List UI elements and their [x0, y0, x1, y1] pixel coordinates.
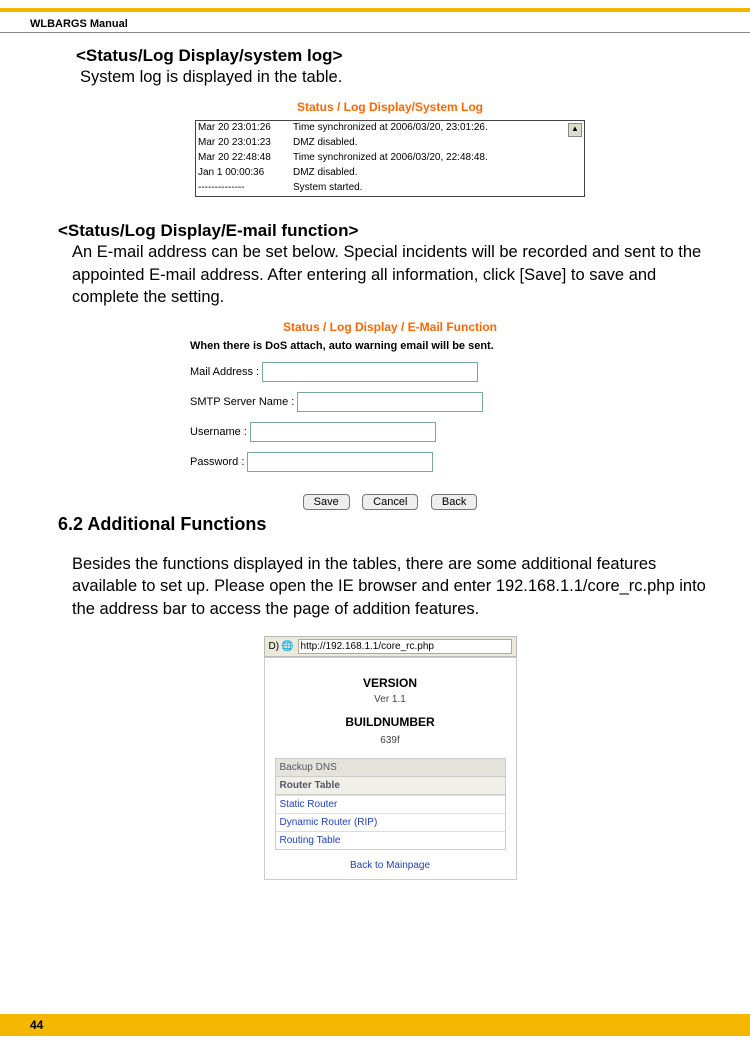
url-text[interactable]: http://192.168.1.1/core_rc.php [298, 639, 512, 654]
document-page: WLBARGS Manual <Status/Log Display/syste… [0, 0, 750, 1044]
smtp-label: SMTP Server Name : [190, 396, 294, 408]
dynamic-router-link[interactable]: Dynamic Router (RIP) [276, 813, 505, 831]
button-row: Save Cancel Back [60, 492, 720, 510]
log-row: Mar 20 22:48:48Time synchronized at 2006… [196, 151, 584, 166]
email-figure-title: Status / Log Display / E-Mail Function [60, 320, 720, 334]
header-rule [0, 32, 750, 33]
additional-heading: 6.2 Additional Functions [58, 514, 720, 535]
mail-input[interactable] [262, 362, 478, 382]
backup-dns-row: Backup DNS [276, 759, 505, 776]
email-heading: <Status/Log Display/E-mail function> [58, 221, 720, 241]
log-row: Mar 20 23:01:23DMZ disabled. [196, 136, 584, 151]
smtp-input[interactable] [297, 392, 483, 412]
doc-header: WLBARGS Manual [30, 18, 128, 30]
router-table: Backup DNS Router Table Static Router Dy… [275, 758, 506, 850]
log-msg: System started. [293, 181, 582, 195]
smtp-row: SMTP Server Name : [190, 392, 590, 412]
log-time: -------------- [198, 181, 293, 195]
version-value: Ver 1.1 [275, 694, 506, 705]
log-time: Mar 20 23:01:26 [198, 121, 293, 135]
log-msg: DMZ disabled. [293, 166, 582, 180]
log-time: Jan 1 00:00:36 [198, 166, 293, 180]
log-row: Mar 20 23:01:26Time synchronized at 2006… [196, 121, 584, 136]
scroll-up-icon[interactable]: ▲ [568, 123, 582, 137]
log-msg: Time synchronized at 2006/03/20, 22:48:4… [293, 151, 582, 165]
log-row: Jan 1 00:00:36DMZ disabled. [196, 166, 584, 181]
pass-label: Password : [190, 456, 244, 468]
syslog-desc: System log is displayed in the table. [80, 66, 720, 88]
pass-input[interactable] [247, 452, 433, 472]
log-row: --------------System started. [196, 181, 584, 196]
mail-label: Mail Address : [190, 366, 259, 378]
address-bar: D) 🌐 http://192.168.1.1/core_rc.php [264, 636, 517, 657]
page-number: 44 [30, 1018, 43, 1032]
save-button[interactable]: Save [303, 494, 350, 510]
log-msg: DMZ disabled. [293, 136, 582, 150]
pass-row: Password : [190, 452, 590, 472]
url-prefix: D) [269, 641, 280, 652]
user-row: Username : [190, 422, 590, 442]
ie-icon: 🌐 [281, 641, 293, 652]
inner-page: VERSION Ver 1.1 BUILDNUMBER 639f Backup … [264, 657, 517, 880]
cancel-button[interactable]: Cancel [362, 494, 418, 510]
routing-table-link[interactable]: Routing Table [276, 831, 505, 849]
build-value: 639f [275, 735, 506, 746]
static-router-link[interactable]: Static Router [276, 795, 505, 813]
content-area: <Status/Log Display/system log> System l… [60, 42, 720, 880]
mail-row: Mail Address : [190, 362, 590, 382]
footer-accent [0, 1014, 750, 1036]
back-button[interactable]: Back [431, 494, 477, 510]
syslog-heading: <Status/Log Display/system log> [76, 46, 720, 66]
user-input[interactable] [250, 422, 436, 442]
log-time: Mar 20 23:01:23 [198, 136, 293, 150]
additional-desc: Besides the functions displayed in the t… [72, 553, 720, 620]
syslog-figure-title: Status / Log Display/System Log [60, 100, 720, 114]
syslog-table: ▲ Mar 20 23:01:26Time synchronized at 20… [195, 120, 585, 197]
top-accent [0, 8, 750, 12]
dos-warning: When there is DoS attach, auto warning e… [190, 340, 590, 352]
log-time: Mar 20 22:48:48 [198, 151, 293, 165]
version-label: VERSION [275, 676, 506, 690]
log-msg: Time synchronized at 2006/03/20, 23:01:2… [293, 121, 582, 135]
back-to-mainpage-link[interactable]: Back to Mainpage [275, 860, 506, 871]
email-desc: An E-mail address can be set below. Spec… [72, 241, 720, 308]
build-label: BUILDNUMBER [275, 715, 506, 729]
user-label: Username : [190, 426, 247, 438]
email-form: When there is DoS attach, auto warning e… [190, 340, 590, 472]
router-table-header: Router Table [276, 776, 505, 795]
browser-screenshot: D) 🌐 http://192.168.1.1/core_rc.php VERS… [264, 636, 517, 880]
